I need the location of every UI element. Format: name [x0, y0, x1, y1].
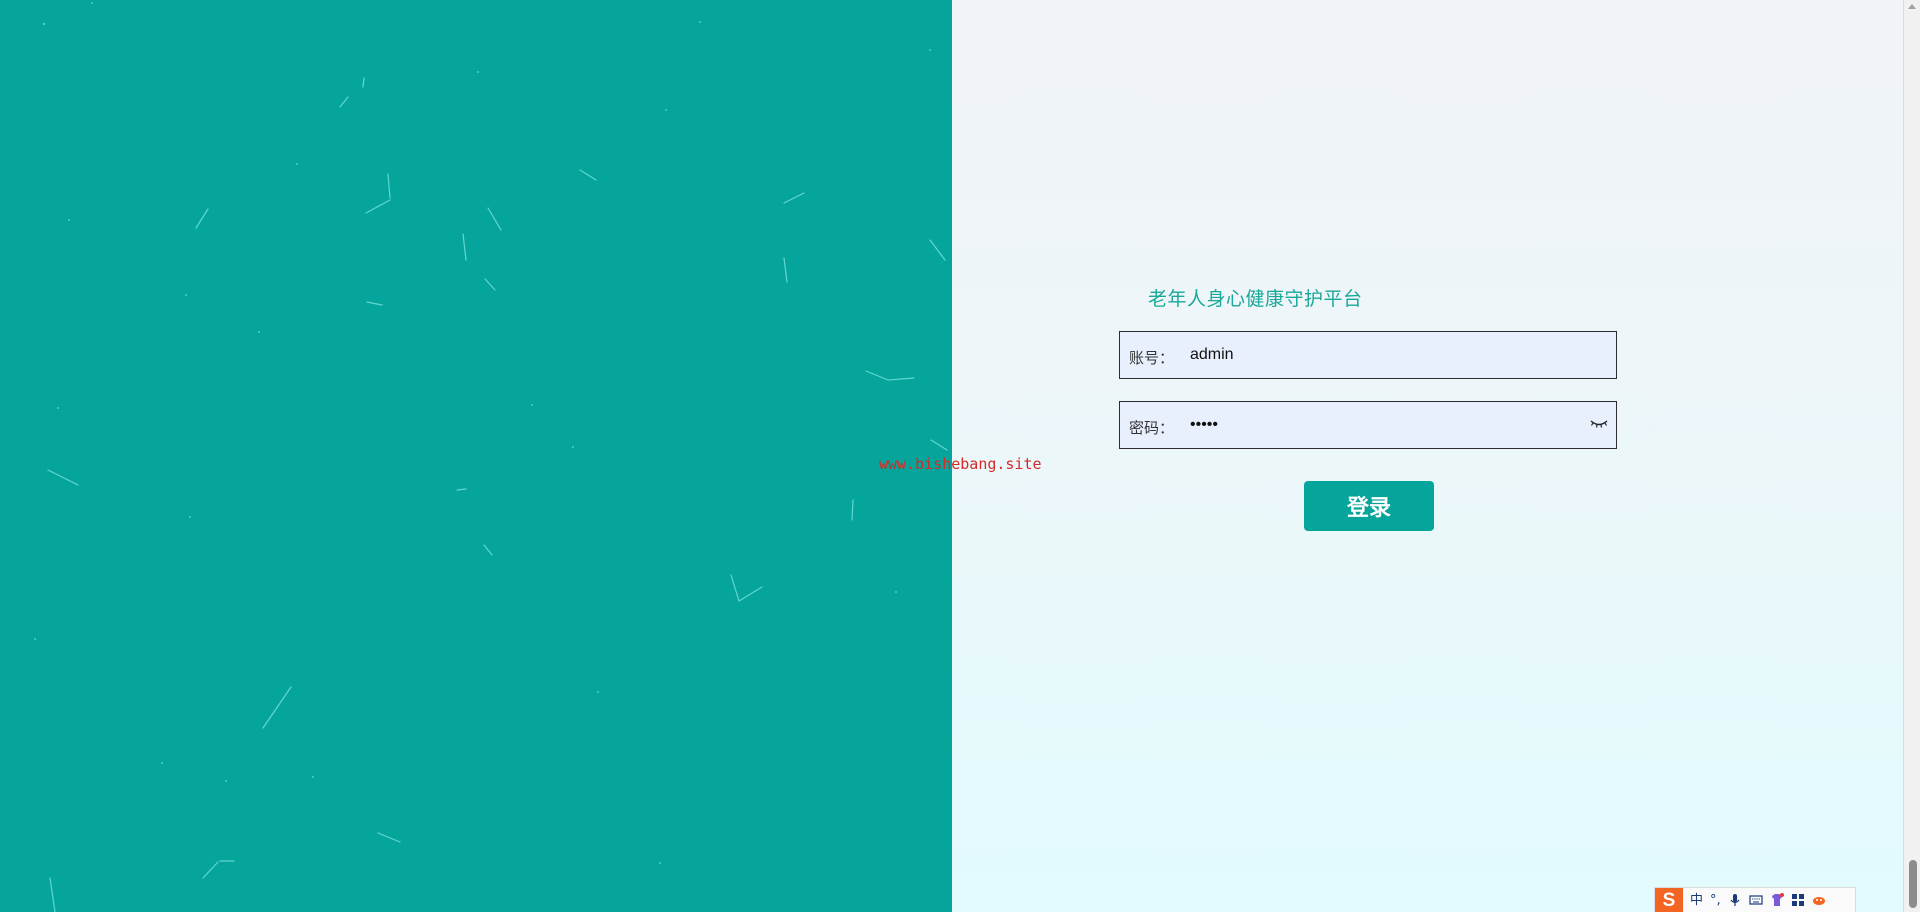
vertical-scrollbar[interactable]	[1903, 0, 1920, 912]
account-field[interactable]: 账号：	[1119, 331, 1617, 379]
sogou-logo-icon[interactable]: S	[1655, 887, 1683, 912]
ime-toolbar[interactable]: S 中 °,	[1654, 887, 1856, 912]
keyboard-icon[interactable]	[1749, 893, 1763, 907]
account-input[interactable]	[1190, 332, 1590, 378]
microphone-icon[interactable]	[1728, 893, 1742, 907]
particle-lines	[34, 2, 948, 912]
password-label: 密码：	[1129, 420, 1175, 437]
account-label: 账号：	[1129, 350, 1175, 367]
scrollbar-thumb[interactable]	[1909, 860, 1917, 908]
password-field[interactable]: 密码：	[1119, 401, 1617, 449]
mascot-icon[interactable]	[1812, 893, 1826, 907]
decorative-particle-panel	[0, 0, 952, 912]
skin-shirt-icon[interactable]	[1770, 893, 1784, 907]
password-input[interactable]	[1190, 402, 1590, 448]
login-page: 老年人身心健康守护平台 账号： 密码： 登录 www.bishebang.sit…	[0, 0, 1920, 912]
scroll-up-arrow-icon[interactable]	[1908, 4, 1916, 9]
login-button[interactable]: 登录	[1304, 481, 1434, 531]
platform-title: 老年人身心健康守护平台	[1148, 289, 1363, 310]
ime-mode-toggle[interactable]: 中	[1690, 888, 1703, 912]
login-background	[952, 0, 1904, 912]
eye-closed-icon[interactable]	[1590, 418, 1608, 430]
ime-punctuation-toggle[interactable]: °,	[1710, 888, 1721, 912]
toolbox-grid-icon[interactable]	[1791, 893, 1805, 907]
watermark-text: www.bishebang.site	[879, 455, 1042, 473]
